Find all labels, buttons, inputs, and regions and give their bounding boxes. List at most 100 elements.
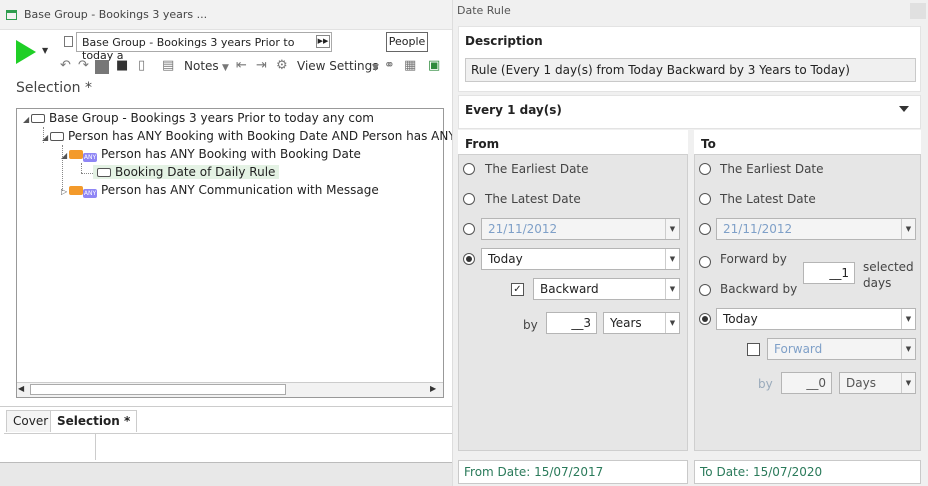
to-direction-select-value: Forward xyxy=(774,342,823,356)
to-today-radio[interactable] xyxy=(699,313,711,325)
from-by-label: by xyxy=(523,318,538,332)
link-icon[interactable]: ⚭ xyxy=(384,58,395,74)
from-date-picker[interactable]: 21/11/2012 ▼ xyxy=(481,218,680,240)
to-direction-checkbox[interactable] xyxy=(747,343,760,356)
tree-node-root[interactable]: ◢ Base Group - Bookings 3 years Prior to … xyxy=(23,111,374,125)
from-unit-select-value: Years xyxy=(610,316,642,330)
to-direction-select[interactable]: Forward ▼ xyxy=(767,338,916,360)
frequency-label[interactable]: Every 1 day(s) xyxy=(465,103,562,117)
from-earliest-label: The Earliest Date xyxy=(485,162,589,176)
redo-icon[interactable]: ↷ xyxy=(78,58,89,74)
from-direction-select[interactable]: Backward ▼ xyxy=(533,278,680,300)
to-forward-by-radio[interactable] xyxy=(699,256,711,268)
from-earliest-radio[interactable] xyxy=(463,163,475,175)
notes-dropdown-icon[interactable]: ▼ xyxy=(222,60,229,76)
to-today-select-value: Today xyxy=(723,312,758,326)
run-icon[interactable] xyxy=(16,40,36,64)
chevron-down-icon[interactable]: ▼ xyxy=(665,219,679,239)
to-earliest-radio[interactable] xyxy=(699,163,711,175)
to-date-radio[interactable] xyxy=(699,223,711,235)
expand-name-button[interactable]: ▶▶ xyxy=(316,35,330,48)
save-icon[interactable]: ■ xyxy=(116,58,128,74)
to-by-input[interactable]: __0 xyxy=(781,372,832,394)
tree-node-label: Person has ANY Booking with Booking Date xyxy=(101,147,361,161)
view-settings-menu[interactable]: View Settings xyxy=(297,59,379,73)
chevron-down-icon[interactable]: ▼ xyxy=(665,313,679,333)
expand-icon[interactable]: ▷ xyxy=(61,187,69,196)
to-date-result: To Date: 15/07/2020 xyxy=(694,460,921,484)
chevron-down-icon[interactable]: ▼ xyxy=(901,339,915,359)
scrollbar-thumb[interactable] xyxy=(30,384,286,395)
description-field: Rule (Every 1 day(s) from Today Backward… xyxy=(465,58,916,82)
undo-icon[interactable]: ↶ xyxy=(60,58,71,74)
window-titlebar: Base Group - Bookings 3 years ... xyxy=(0,0,452,30)
tree-node-child1-2[interactable]: ▷ ANY Person has ANY Communication with Me… xyxy=(61,183,379,198)
any-badge-icon: ANY xyxy=(83,153,97,162)
selected-label: selected xyxy=(863,260,914,274)
status-cell xyxy=(4,433,96,460)
from-latest-radio[interactable] xyxy=(463,193,475,205)
notes-menu[interactable]: Notes xyxy=(184,59,219,73)
page-title: Selection * xyxy=(16,80,92,96)
to-unit-select[interactable]: Days ▼ xyxy=(839,372,916,394)
from-latest-label: The Latest Date xyxy=(485,192,581,206)
tab-cover[interactable]: Cover xyxy=(6,410,56,432)
to-label: To xyxy=(701,137,716,151)
run-dropdown-icon[interactable]: ▼ xyxy=(42,46,48,55)
to-date-picker[interactable]: 21/11/2012 ▼ xyxy=(716,218,916,240)
notes-icon[interactable]: ▤ xyxy=(162,58,174,74)
collapse-icon[interactable]: ◢ xyxy=(23,115,31,124)
document-icon xyxy=(64,36,73,47)
any-badge-icon: ANY xyxy=(83,189,97,198)
view-settings-dropdown-icon[interactable]: ▼ xyxy=(372,60,379,76)
selection-name-field[interactable]: Base Group - Bookings 3 years Prior to t… xyxy=(76,32,332,62)
group-icon xyxy=(50,132,64,141)
from-today-select[interactable]: Today ▼ xyxy=(481,248,680,270)
from-date-picker-value: 21/11/2012 xyxy=(488,222,558,236)
from-date-radio[interactable] xyxy=(463,223,475,235)
to-unit-select-value: Days xyxy=(846,376,876,390)
chevron-down-icon[interactable]: ▼ xyxy=(901,309,915,329)
scroll-left-icon[interactable]: ◀ xyxy=(18,384,24,393)
to-days-input[interactable]: __1 xyxy=(803,262,855,284)
to-today-select[interactable]: Today ▼ xyxy=(716,308,916,330)
close-button[interactable] xyxy=(910,3,926,19)
from-label: From xyxy=(465,137,500,151)
tree-node-child1[interactable]: ◢ Person has ANY Booking with Booking Dat… xyxy=(42,129,456,143)
tree-node-child1-1[interactable]: ◢ ANY Person has ANY Booking with Booking … xyxy=(61,147,361,162)
to-backward-by-radio[interactable] xyxy=(699,284,711,296)
chevron-down-icon[interactable]: ▼ xyxy=(901,219,915,239)
from-unit-select[interactable]: Years ▼ xyxy=(603,312,680,334)
tree-node-booking-date-rule[interactable]: Booking Date of Daily Rule xyxy=(93,165,280,179)
from-today-radio[interactable] xyxy=(463,253,475,265)
from-direction-checkbox[interactable]: ✓ xyxy=(511,283,524,296)
lock-icon[interactable] xyxy=(95,60,109,74)
from-by-input[interactable]: __3 xyxy=(546,312,597,334)
to-latest-label: The Latest Date xyxy=(720,192,816,206)
indent-right-icon[interactable]: ⇥ xyxy=(256,58,267,74)
and-badge-icon xyxy=(69,150,83,159)
chevron-down-icon[interactable]: ▼ xyxy=(901,373,915,393)
from-today-select-value: Today xyxy=(488,252,523,266)
window-title: Base Group - Bookings 3 years ... xyxy=(24,8,208,21)
selection-tree[interactable]: ◢ Base Group - Bookings 3 years Prior to … xyxy=(16,108,456,398)
tree-node-label: Person has ANY Communication with Messag… xyxy=(101,183,379,197)
database-icon[interactable]: ▯ xyxy=(138,58,145,74)
to-backward-by-label: Backward by xyxy=(720,282,798,296)
tab-selection[interactable]: Selection * xyxy=(50,410,138,432)
dialog-title: Date Rule xyxy=(457,4,511,17)
tree-node-label: Person has ANY Booking with Booking Date… xyxy=(68,129,456,143)
collapse-icon[interactable]: ◢ xyxy=(61,151,69,160)
to-latest-radio[interactable] xyxy=(699,193,711,205)
excel-icon[interactable]: ▣ xyxy=(428,58,440,74)
indent-left-icon[interactable]: ⇤ xyxy=(236,58,247,74)
scroll-right-icon[interactable]: ▶ xyxy=(430,384,436,393)
grid-icon[interactable]: ▦ xyxy=(404,58,416,74)
gear-icon[interactable]: ⚙ xyxy=(276,58,288,74)
chevron-down-icon[interactable] xyxy=(899,106,909,112)
people-button[interactable]: People xyxy=(386,32,428,52)
chevron-down-icon[interactable]: ▼ xyxy=(665,279,679,299)
collapse-icon[interactable]: ◢ xyxy=(42,133,50,142)
to-by-label: by xyxy=(758,377,773,391)
chevron-down-icon[interactable]: ▼ xyxy=(665,249,679,269)
